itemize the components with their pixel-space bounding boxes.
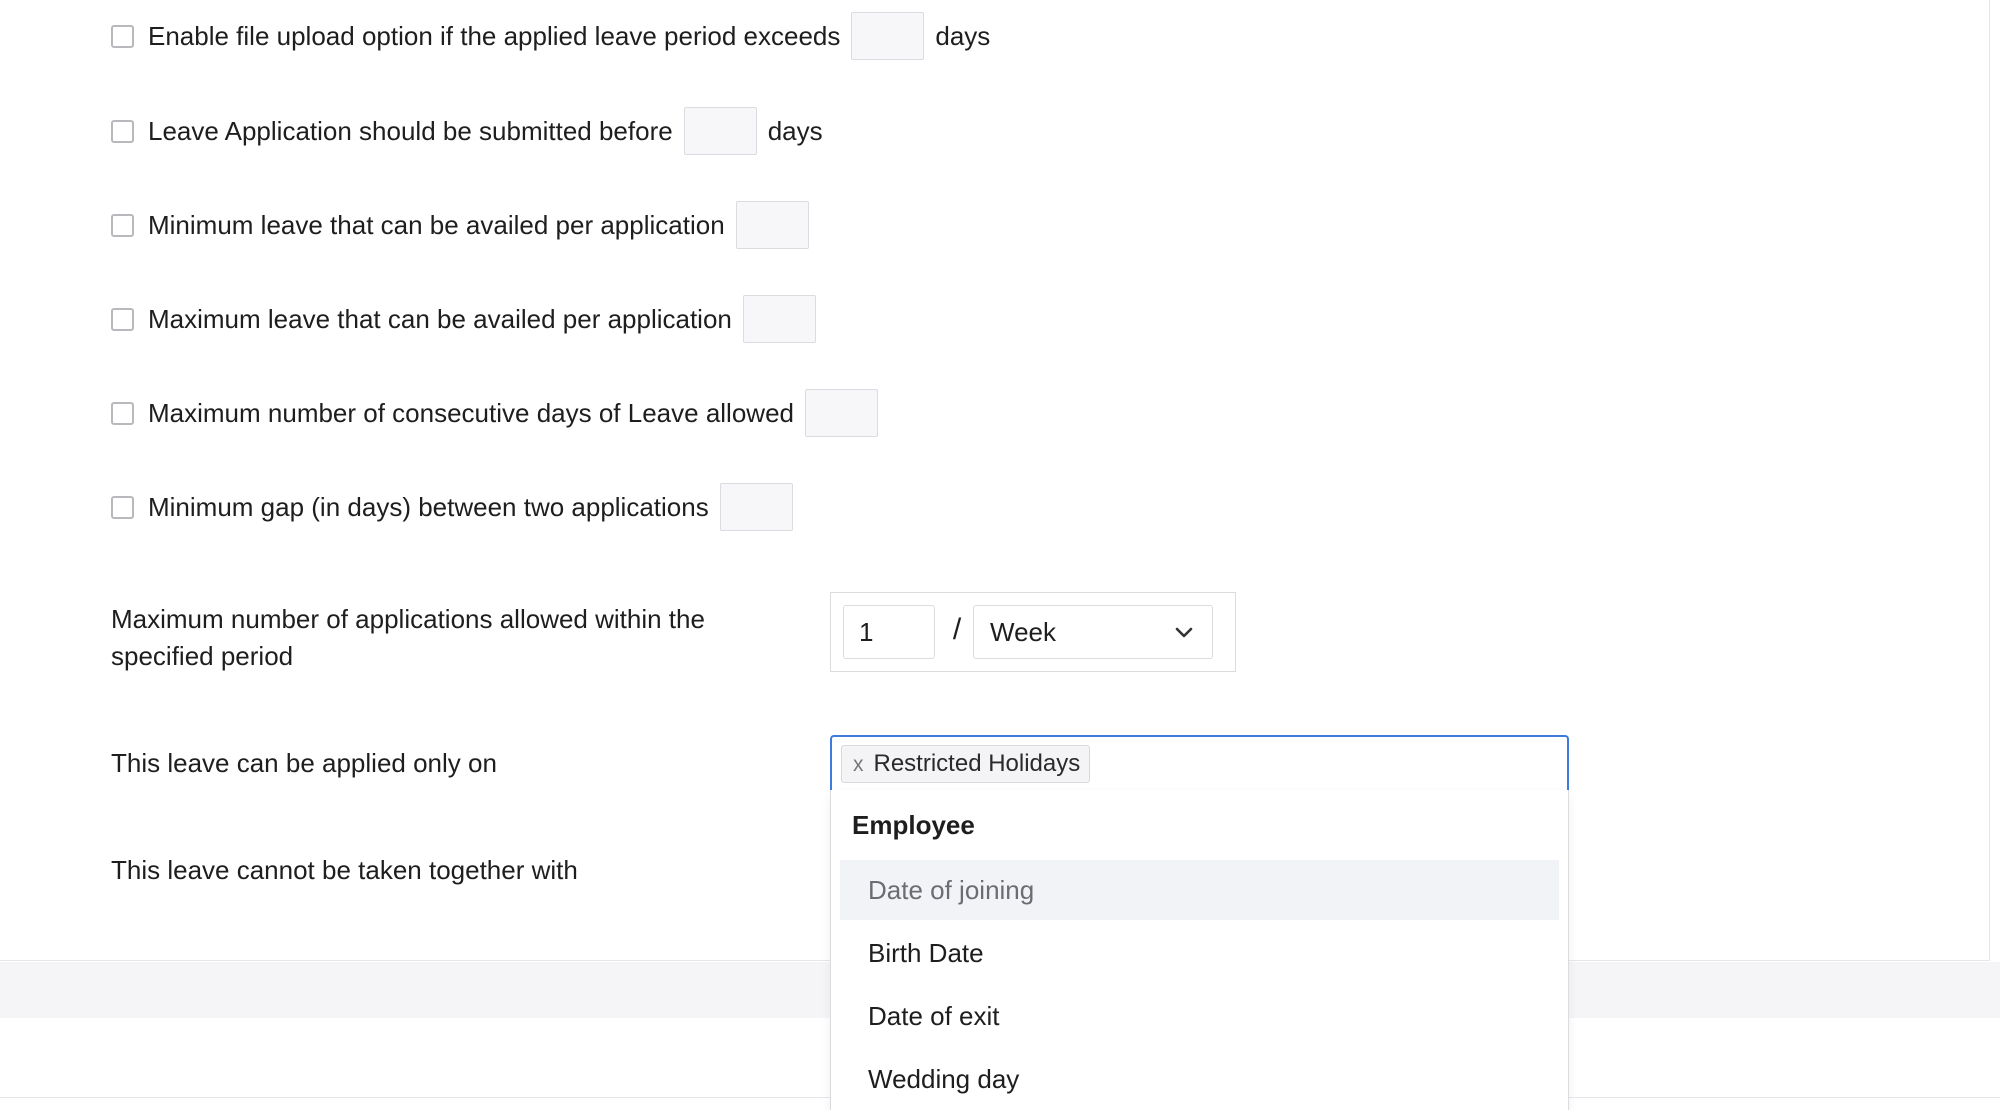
file-upload-days-suffix: days xyxy=(935,20,991,51)
tag-remove-icon[interactable]: x xyxy=(853,754,864,775)
rule-row-min-leave: Minimum leave that can be availed per ap… xyxy=(111,201,809,249)
file-upload-days-input[interactable] xyxy=(851,12,925,60)
dropdown-option-birth-date[interactable]: Birth Date xyxy=(840,923,1559,983)
file-upload-checkbox[interactable] xyxy=(111,24,134,48)
max-applications-count-input[interactable]: 1 xyxy=(843,605,935,659)
rule-row-submit-before: Leave Application should be submitted be… xyxy=(111,107,823,155)
file-upload-label: Enable file upload option if the applied… xyxy=(148,21,841,51)
min-leave-input[interactable] xyxy=(735,201,809,249)
submit-before-days-input[interactable] xyxy=(683,107,757,155)
max-leave-label: Maximum leave that can be availed per ap… xyxy=(148,304,732,334)
max-applications-label-line2: specified period xyxy=(111,641,294,671)
rule-row-consecutive-days: Maximum number of consecutive days of Le… xyxy=(111,389,878,437)
period-select-value: Week xyxy=(990,617,1056,647)
chevron-down-icon xyxy=(1175,627,1193,638)
dropdown-group-header: Employee xyxy=(852,810,975,840)
max-applications-period-group: 1 / Week xyxy=(830,592,1236,672)
cannot-combine-label: This leave cannot be taken together with xyxy=(111,855,578,885)
rule-row-file-upload: Enable file upload option if the applied… xyxy=(111,12,990,60)
max-leave-input[interactable] xyxy=(742,295,816,343)
min-gap-label: Minimum gap (in days) between two applic… xyxy=(148,492,709,522)
max-applications-label: Maximum number of applications allowed w… xyxy=(111,601,705,675)
consecutive-days-input[interactable] xyxy=(805,389,878,437)
period-separator: / xyxy=(952,613,962,646)
selected-tag: x Restricted Holidays xyxy=(841,745,1091,783)
submit-before-days-suffix: days xyxy=(767,115,823,146)
dropdown-option-wedding-day[interactable]: Wedding day xyxy=(840,1049,1559,1109)
consecutive-days-checkbox[interactable] xyxy=(111,401,134,425)
options-dropdown: Employee Date of joining Birth Date Date… xyxy=(830,790,1569,1110)
submit-before-label: Leave Application should be submitted be… xyxy=(148,116,673,146)
dropdown-option-date-of-exit[interactable]: Date of exit xyxy=(840,986,1559,1046)
rule-row-max-leave: Maximum leave that can be availed per ap… xyxy=(111,295,816,343)
min-leave-label: Minimum leave that can be availed per ap… xyxy=(148,210,725,240)
period-select[interactable]: Week xyxy=(973,605,1213,659)
min-gap-checkbox[interactable] xyxy=(111,495,134,519)
max-leave-checkbox[interactable] xyxy=(111,307,134,331)
max-applications-label-line1: Maximum number of applications allowed w… xyxy=(111,604,705,634)
dropdown-option-date-of-joining[interactable]: Date of joining xyxy=(840,860,1559,920)
submit-before-checkbox[interactable] xyxy=(111,119,134,143)
rule-row-min-gap: Minimum gap (in days) between two applic… xyxy=(111,483,793,531)
min-leave-checkbox[interactable] xyxy=(111,213,134,237)
applied-only-on-multiselect[interactable]: x Restricted Holidays xyxy=(830,735,1569,790)
consecutive-days-label: Maximum number of consecutive days of Le… xyxy=(148,398,794,428)
selected-tag-label: Restricted Holidays xyxy=(873,750,1081,777)
min-gap-input[interactable] xyxy=(719,483,793,531)
applied-only-on-label: This leave can be applied only on xyxy=(111,748,497,778)
